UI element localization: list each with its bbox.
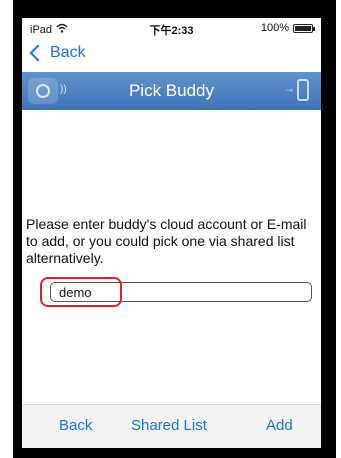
battery-icon (293, 23, 315, 33)
buddy-account-input[interactable] (50, 282, 312, 302)
battery-fill (295, 25, 311, 31)
back-button[interactable]: Back (59, 417, 92, 434)
phone-icon (297, 79, 309, 101)
signal-waves-icon: )) (60, 84, 67, 95)
status-bar: iPad 下午2:33 100% (22, 18, 321, 40)
bottom-toolbar: Back Shared List Add (22, 404, 321, 448)
status-right: 100% (260, 22, 315, 34)
nav-back-label: Back (50, 44, 86, 61)
title-bar: )) Pick Buddy → (22, 72, 321, 110)
add-button[interactable]: Add (266, 417, 293, 434)
chevron-left-icon (29, 44, 47, 62)
camera-lens (36, 84, 50, 98)
nav-back-button[interactable]: Back (28, 44, 86, 62)
battery-percent: 100% (260, 22, 289, 34)
page-title: Pick Buddy (128, 81, 215, 100)
app-screen: iPad 下午2:33 100% Back )) Pick Buddy → Pl… (22, 18, 321, 448)
instruction-text: Please enter buddy's cloud account or E-… (26, 216, 307, 266)
arrow-right-icon: → (283, 81, 295, 95)
shared-list-button[interactable]: Shared List (131, 417, 207, 434)
buddy-input-wrap (50, 282, 312, 302)
camera-icon (28, 78, 58, 104)
